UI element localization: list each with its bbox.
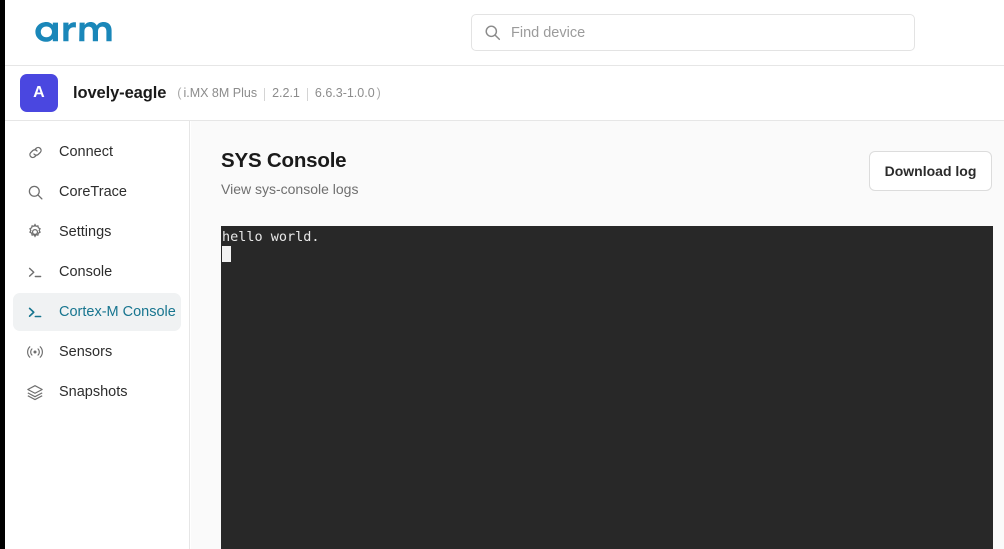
arm-logo[interactable] <box>32 12 127 52</box>
main-content: SYS Console View sys-console logs Downlo… <box>191 121 1004 549</box>
download-log-button[interactable]: Download log <box>869 151 992 191</box>
device-platform: i.MX 8M Plus <box>183 86 258 100</box>
sidebar-item-label: Console <box>59 264 113 280</box>
terminal-icon <box>25 302 45 322</box>
sidebar-item-snapshots[interactable]: Snapshots <box>13 373 181 411</box>
device-version: 2.2.1 <box>272 86 300 100</box>
search-input[interactable] <box>511 24 902 41</box>
sidebar-item-settings[interactable]: Settings <box>13 213 181 251</box>
sidebar-item-coretrace[interactable]: CoreTrace <box>13 173 181 211</box>
device-bar: A lovely-eagle ( i.MX 8M Plus 2.2.1 6.6.… <box>5 66 1004 121</box>
sidebar-item-label: Sensors <box>59 344 113 360</box>
device-meta-separator-1 <box>264 87 266 101</box>
sidebar-item-label: Settings <box>59 224 112 240</box>
search-icon <box>484 24 501 41</box>
device-meta-close-paren: ) <box>376 86 381 100</box>
sidebar-item-label: CoreTrace <box>59 184 127 200</box>
device-meta: ( i.MX 8M Plus 2.2.1 6.6.3-1.0.0 ) <box>175 86 383 101</box>
console-cursor <box>222 246 231 262</box>
sidebar-item-sensors[interactable]: Sensors <box>13 333 181 371</box>
console-line: hello world. <box>222 229 320 245</box>
terminal-icon <box>25 262 45 282</box>
sidebar-item-label: Cortex-M Console <box>59 304 176 320</box>
console-output[interactable]: hello world. <box>221 226 993 549</box>
top-header <box>5 0 1004 66</box>
search-icon <box>25 182 45 202</box>
sidebar-item-cortex-m-console[interactable]: Cortex-M Console <box>13 293 181 331</box>
link-icon <box>25 142 45 162</box>
sidebar-item-label: Snapshots <box>59 384 128 400</box>
console-cursor-line <box>221 246 993 264</box>
device-meta-open-paren: ( <box>177 86 182 100</box>
device-search[interactable] <box>471 14 915 51</box>
layers-icon <box>25 382 45 402</box>
sidebar-item-console[interactable]: Console <box>13 253 181 291</box>
device-build: 6.6.3-1.0.0 <box>314 86 375 100</box>
gear-icon <box>25 222 45 242</box>
app-root: A lovely-eagle ( i.MX 8M Plus 2.2.1 6.6.… <box>0 0 1004 549</box>
sidebar: Connect CoreTrace Settings Console Corte… <box>5 121 190 549</box>
device-meta-separator-2 <box>306 87 308 101</box>
avatar-initial: A <box>33 84 45 101</box>
avatar: A <box>20 74 58 112</box>
search-box[interactable] <box>471 14 915 51</box>
sidebar-item-label: Connect <box>59 144 114 160</box>
window-left-edge <box>0 0 5 549</box>
signal-icon <box>25 342 45 362</box>
sidebar-item-connect[interactable]: Connect <box>13 133 181 171</box>
device-name: lovely-eagle <box>73 83 167 102</box>
